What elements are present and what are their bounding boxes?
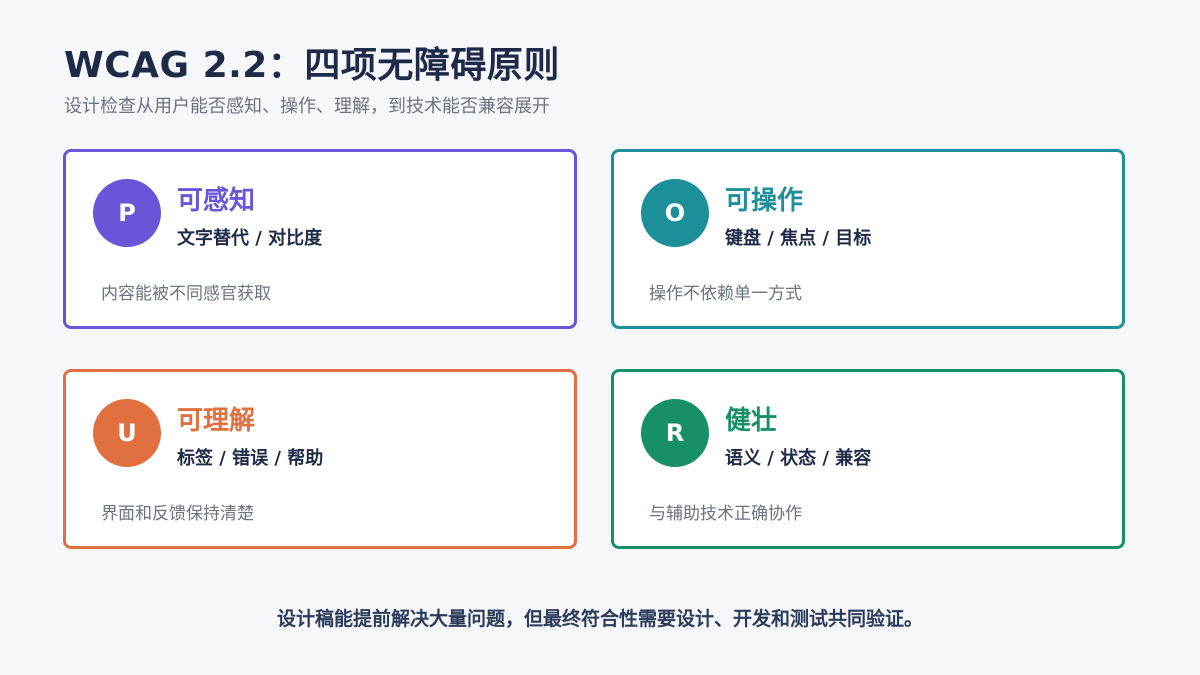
card-keywords-operable: 键盘 / 焦点 / 目标 [725, 228, 872, 249]
letter-badge-o: O [641, 179, 709, 247]
card-title-robust: 健壮 [725, 406, 778, 436]
card-description-robust: 与辅助技术正确协作 [649, 504, 802, 524]
principle-card-operable: O 可操作 键盘 / 焦点 / 目标 操作不依赖单一方式 [611, 149, 1125, 329]
principle-card-understandable: U 可理解 标签 / 错误 / 帮助 界面和反馈保持清楚 [63, 369, 577, 549]
principle-card-perceivable: P 可感知 文字替代 / 对比度 内容能被不同感官获取 [63, 149, 577, 329]
card-description-understandable: 界面和反馈保持清楚 [101, 504, 254, 524]
card-description-perceivable: 内容能被不同感官获取 [101, 284, 271, 304]
card-keywords-robust: 语义 / 状态 / 兼容 [725, 448, 872, 469]
card-keywords-perceivable: 文字替代 / 对比度 [177, 228, 323, 249]
footer-note: 设计稿能提前解决大量问题，但最终符合性需要设计、开发和测试共同验证。 [276, 608, 923, 630]
card-keywords-understandable: 标签 / 错误 / 帮助 [177, 448, 324, 469]
card-title-understandable: 可理解 [177, 406, 256, 436]
letter-badge-r: R [641, 399, 709, 467]
card-description-operable: 操作不依赖单一方式 [649, 284, 802, 304]
card-title-perceivable: 可感知 [177, 186, 256, 216]
page-subtitle: 设计检查从用户能否感知、操作、理解，到技术能否兼容展开 [64, 96, 550, 117]
page-title: WCAG 2.2：四项无障碍原则 [64, 45, 560, 86]
card-title-operable: 可操作 [725, 186, 804, 216]
principle-card-robust: R 健壮 语义 / 状态 / 兼容 与辅助技术正确协作 [611, 369, 1125, 549]
letter-badge-p: P [93, 179, 161, 247]
letter-badge-u: U [93, 399, 161, 467]
